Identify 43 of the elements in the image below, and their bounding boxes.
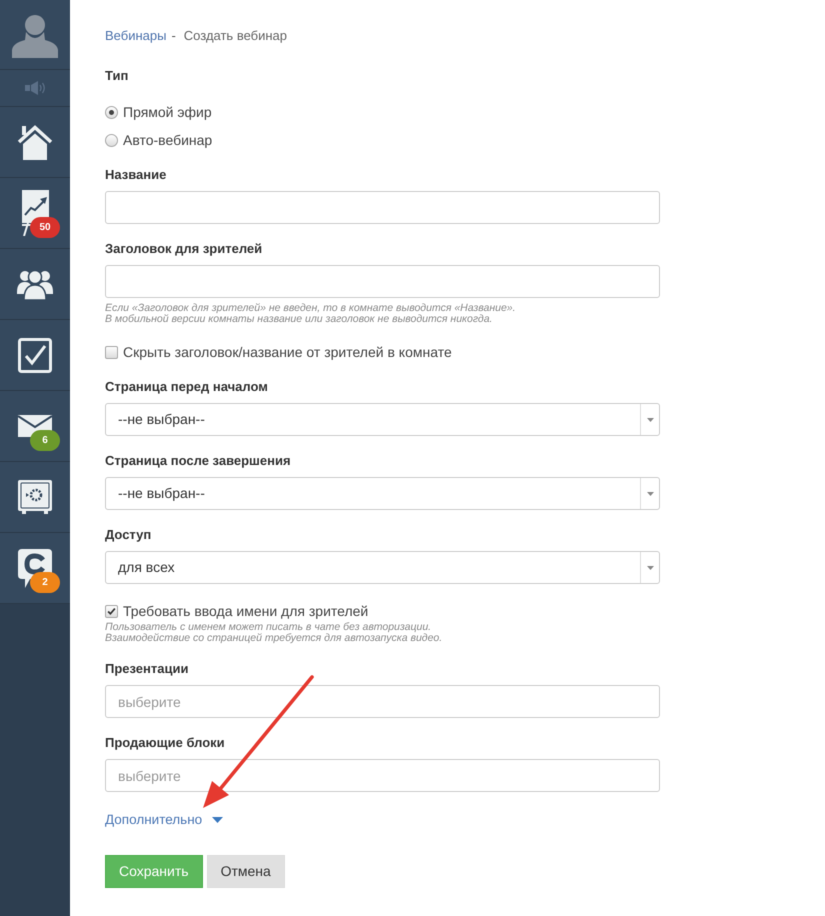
help-text: Взаимодействие со страницей требуется для автозапуска видео.: [105, 633, 442, 644]
count-badge: 6: [30, 430, 60, 451]
field-label: Продающие блоки: [105, 734, 225, 752]
input-field[interactable]: [105, 191, 660, 224]
radio-button[interactable]: [105, 134, 118, 146]
field-label: Презентации: [105, 660, 188, 678]
checkbox[interactable]: [105, 604, 118, 618]
breadcrumb-current: Создать вебинар: [184, 27, 288, 46]
caret-icon: [646, 492, 654, 496]
field-label: Тип: [105, 67, 128, 85]
count-badge: 50: [30, 217, 60, 238]
count-badge: 2: [30, 572, 60, 593]
caret-icon: [646, 418, 654, 422]
cancel-button[interactable]: Отмена: [206, 855, 285, 888]
caret-icon: [646, 566, 654, 570]
input-field[interactable]: выберите: [105, 685, 660, 718]
select-dropdown[interactable]: --не выбран--: [105, 403, 660, 436]
field-label: Заголовок для зрителей: [105, 240, 262, 258]
house-icon[interactable]: [17, 124, 53, 160]
input-field[interactable]: [105, 265, 660, 298]
field-label: Страница после завершения: [105, 452, 291, 470]
caret-down-icon[interactable]: [212, 817, 224, 823]
breadcrumb-separator: -: [171, 27, 176, 46]
field-label: Доступ: [105, 526, 152, 544]
checkbox[interactable]: [105, 346, 118, 358]
radio-button[interactable]: [105, 106, 118, 118]
safe-icon[interactable]: [18, 480, 52, 514]
input-field[interactable]: выберите: [105, 759, 660, 792]
more-options-link[interactable]: Дополнительно: [105, 810, 202, 830]
help-text: Пользователь с именем может писать в чате без авторизации.: [105, 622, 432, 633]
checkbox-label[interactable]: Требовать ввода имени для зрителей: [123, 600, 368, 622]
radio-label[interactable]: Авто-вебинар: [123, 130, 212, 150]
help-text: В мобильной версии комнаты название или заголовок не выводится никогда.: [105, 314, 494, 325]
field-label: Страница перед началом: [105, 378, 268, 396]
field-label: Название: [105, 166, 166, 184]
breadcrumb-link[interactable]: Вебинары: [105, 26, 166, 46]
help-text: Если «Заголовок для зрителей» не введен, то в комнате выводится «Название».: [105, 303, 516, 314]
checkbox-tick-icon[interactable]: [18, 338, 52, 372]
select-dropdown[interactable]: --не выбран--: [105, 477, 660, 510]
select-dropdown[interactable]: для всех: [105, 551, 660, 584]
checkbox-label[interactable]: Скрыть заголовок/название от зрителей в комнате: [123, 342, 452, 362]
people-group-icon[interactable]: [17, 268, 53, 300]
radio-label[interactable]: Прямой эфир: [123, 102, 212, 122]
